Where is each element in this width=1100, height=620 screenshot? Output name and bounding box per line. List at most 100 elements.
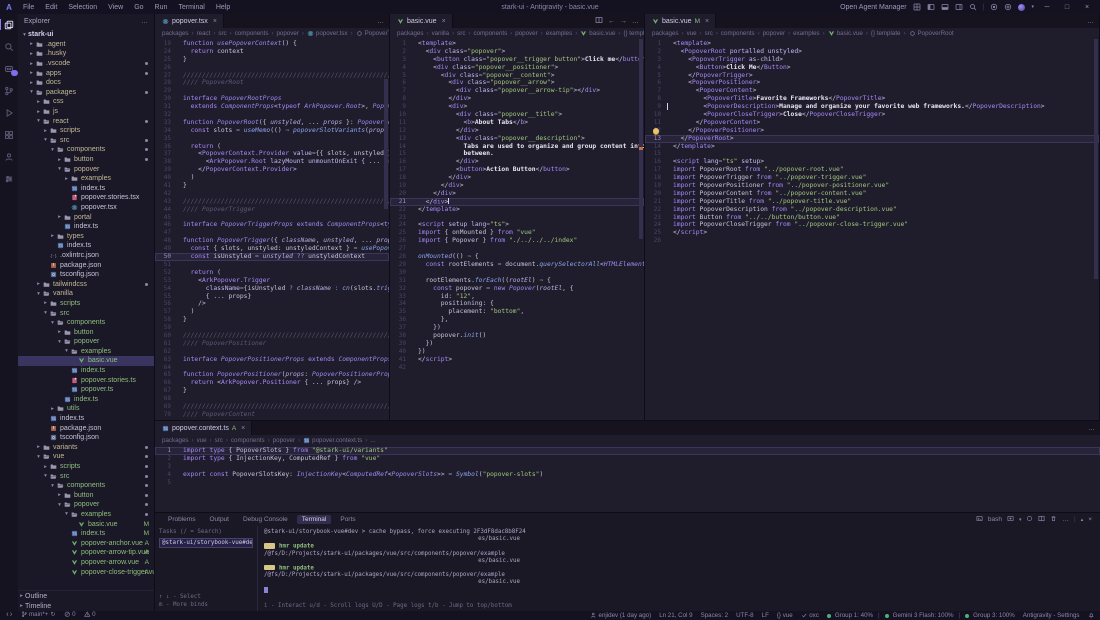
gear-icon[interactable] (1004, 3, 1012, 11)
tree-item-examples[interactable]: ▾ examples (18, 347, 154, 357)
tree-item-tsconfig.json[interactable]: tsconfig.json (18, 433, 154, 443)
breadcrumb-item[interactable]: ... (370, 437, 375, 444)
breadcrumb-item[interactable]: components (473, 30, 507, 37)
panel-left-icon[interactable] (927, 3, 935, 11)
new-terminal-icon[interactable] (1007, 515, 1014, 524)
assistant-icon[interactable] (990, 3, 998, 11)
tree-item-button[interactable]: ▸ button (18, 155, 154, 165)
activitybar-settings-icon[interactable] (3, 172, 16, 185)
shell-label[interactable]: bash (988, 516, 1002, 523)
activitybar-search-icon[interactable] (3, 40, 16, 53)
breadcrumb-item[interactable]: popover (276, 30, 298, 37)
breadcrumb-item[interactable]: packages (162, 30, 189, 37)
tree-item-index.ts[interactable]: TS index.ts (18, 241, 154, 251)
tree-item-docs[interactable]: ▸ docs (18, 78, 154, 88)
tree-item-react[interactable]: ▾ react (18, 116, 154, 126)
panel-tab-output[interactable]: Output (204, 515, 234, 524)
minimize-button[interactable]: ─ (1040, 4, 1054, 11)
chevron-down-icon[interactable]: ▾ (1019, 517, 1022, 523)
tree-item-index.ts[interactable]: TS index.ts (18, 366, 154, 376)
activitybar-account-icon[interactable] (3, 150, 16, 163)
sidebar-section-timeline[interactable]: ▸ Timeline (18, 601, 154, 611)
search-icon[interactable] (969, 3, 977, 11)
task-item[interactable]: @stark-ui/storybook-vue#dev (159, 538, 253, 548)
split-terminal-icon[interactable] (1038, 515, 1045, 524)
close-panel-icon[interactable]: × (1088, 516, 1092, 523)
tab-popover.tsx[interactable]: popover.tsx × (155, 14, 224, 28)
tree-item-tailwindcss[interactable]: ▸ tailwindcss (18, 279, 154, 289)
code-editor[interactable]: 1 <template> 2 <PopoverRoot portalled unst… (645, 39, 1099, 420)
activitybar-extensions-icon[interactable] (3, 128, 16, 141)
tree-item-popover.stories.tsx[interactable]: popover.stories.tsx (18, 193, 154, 203)
tree-item-.vscode[interactable]: ▸ .vscode (18, 59, 154, 69)
breadcrumb-item[interactable]: basic.vue (580, 30, 615, 37)
tree-item-components[interactable]: ▾ components (18, 481, 154, 491)
breadcrumb-item[interactable]: packages (162, 437, 189, 444)
panel-bottom-icon[interactable] (941, 3, 949, 11)
breadcrumb-item[interactable]: packages (397, 30, 424, 37)
status-left-0[interactable]: 0 (64, 611, 76, 618)
tree-item-popover[interactable]: ▾ popover (18, 164, 154, 174)
record-icon[interactable] (1026, 515, 1033, 524)
status-right-utf-8[interactable]: UTF-8 (736, 612, 754, 619)
tree-item-vue[interactable]: ▾ vue (18, 452, 154, 462)
status-right-oxc[interactable]: oxc (801, 612, 819, 619)
breadcrumb-item[interactable]: react (197, 30, 211, 37)
status-left-0[interactable]: 0 (83, 611, 96, 618)
breadcrumb-item[interactable]: components (721, 30, 755, 37)
status-right-antigravity-settings[interactable]: Antigravity - Settings (1023, 612, 1080, 619)
tree-item-index.ts[interactable]: TS index.ts (18, 414, 154, 424)
tree-item-scripts[interactable]: ▸ scripts (18, 462, 154, 472)
more-icon[interactable]: … (632, 18, 639, 25)
close-tab-icon[interactable]: × (213, 18, 217, 25)
breadcrumb-item[interactable]: popover (273, 437, 295, 444)
tree-item-popover.stories.ts[interactable]: popover.stories.ts (18, 375, 154, 385)
lightbulb-icon[interactable] (653, 127, 659, 134)
menu-file[interactable]: File (18, 4, 39, 11)
model-usage-status[interactable]: Group 1: 40% | Gemini 3 Flash: 100% | Group … (826, 612, 1015, 619)
tree-item-src[interactable]: ▾ src (18, 471, 154, 481)
tree-item-examples[interactable]: ▸ examples (18, 174, 154, 184)
tree-item-popover.ts[interactable]: TS popover.ts (18, 385, 154, 395)
breadcrumb-item[interactable]: basic.vue (828, 30, 863, 37)
more-icon[interactable]: … (1088, 425, 1095, 432)
chevron-down-icon[interactable]: ▾ (1031, 4, 1034, 10)
breadcrumb-item[interactable]: {} template (623, 30, 644, 37)
tree-item-.agent[interactable]: ▸ .agent (18, 40, 154, 50)
sidebar-section-outline[interactable]: ▸ Outline (18, 591, 154, 601)
breadcrumb-item[interactable]: {} template (871, 30, 901, 37)
code-editor[interactable]: 1 <template> 2 <div class="popover"> 3 <but… (390, 39, 644, 420)
avatar[interactable] (1018, 3, 1026, 11)
menu-go[interactable]: Go (129, 4, 148, 11)
tree-item-basic.vue[interactable]: basic.vue M (18, 519, 154, 529)
breadcrumb-item[interactable]: popover.tsx (307, 30, 348, 37)
tree-item-popover.tsx[interactable]: popover.tsx (18, 203, 154, 213)
code-editor[interactable]: 19 function usePopoverContext() {24 retur… (155, 39, 389, 420)
close-tab-icon[interactable]: × (241, 425, 245, 432)
tree-item-stark-ui[interactable]: ▾ stark-ui (18, 30, 154, 40)
close-tab-icon[interactable]: × (442, 18, 446, 25)
tree-item-js[interactable]: ▸ js (18, 107, 154, 117)
tree-item-packages[interactable]: ▾ packages (18, 88, 154, 98)
menu-edit[interactable]: Edit (40, 4, 62, 11)
back-icon[interactable]: ← (608, 18, 615, 25)
breadcrumb-item[interactable]: components (231, 437, 265, 444)
menu-help[interactable]: Help (211, 4, 235, 11)
menu-selection[interactable]: Selection (63, 4, 102, 11)
tree-item-components[interactable]: ▾ components (18, 145, 154, 155)
activitybar-explorer-icon[interactable] (0, 18, 16, 31)
tree-item-src[interactable]: ▾ src (18, 136, 154, 146)
tree-item-index.ts[interactable]: TS index.ts (18, 184, 154, 194)
tree-item-utils[interactable]: ▸ utils (18, 404, 154, 414)
status-right-bell[interactable] (1088, 612, 1095, 619)
kill-terminal-icon[interactable] (1050, 515, 1057, 524)
menu-run[interactable]: Run (150, 4, 173, 11)
tree-item-package.json[interactable]: package.json (18, 260, 154, 270)
tree-item-index.ts[interactable]: TS index.ts (18, 395, 154, 405)
more-actions-icon[interactable]: … (141, 18, 148, 25)
breadcrumb-item[interactable]: vanilla (432, 30, 450, 37)
tree-item-button[interactable]: ▸ button (18, 491, 154, 501)
maximize-panel-icon[interactable]: ▴ (1081, 517, 1084, 523)
tree-item-scripts[interactable]: ▸ scripts (18, 299, 154, 309)
menu-terminal[interactable]: Terminal (173, 4, 209, 11)
